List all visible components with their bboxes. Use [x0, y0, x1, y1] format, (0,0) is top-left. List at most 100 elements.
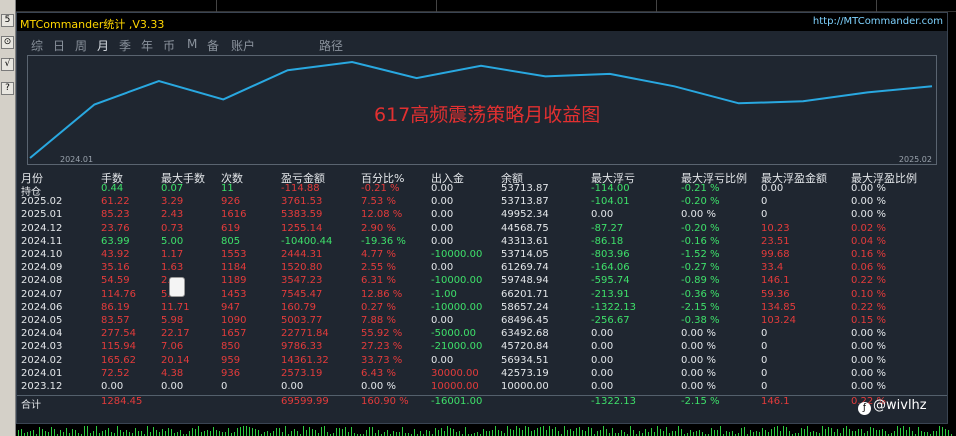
cell-balance: 53713.87 — [501, 183, 549, 194]
table-row: 2024.01 72.52 4.38 936 2573.19 6.43 % 30000.00… — [17, 368, 947, 381]
indicator-tick — [657, 426, 658, 436]
cell-pnl: -10400.44 — [281, 235, 333, 247]
indicator-tick — [117, 426, 118, 436]
indicator-tick — [75, 430, 76, 436]
indicator-tick — [585, 431, 586, 436]
indicator-tick — [285, 426, 286, 436]
cell-max-float-loss-pct: 0.00 % — [681, 381, 716, 392]
indicator-tick — [894, 431, 895, 436]
cell-percent: 2.90 % — [361, 222, 396, 234]
cell-percent: -0.21 % — [361, 183, 400, 194]
scroll-handle[interactable] — [169, 277, 185, 297]
indicator-tick — [843, 428, 844, 436]
indicator-tick — [258, 430, 259, 436]
cell-lots: 43.92 — [101, 249, 130, 260]
cell-lots: 1284.45 — [101, 396, 143, 408]
cell-max-float-loss: -114.00 — [591, 183, 630, 194]
cell-percent: 6.31 % — [361, 275, 396, 287]
cell-max-float-loss: 0.00 — [591, 354, 614, 366]
indicator-tick — [342, 429, 343, 436]
indicator-tick — [936, 431, 937, 436]
cell-deposit: -5000.00 — [431, 328, 476, 340]
indicator-tick — [84, 426, 85, 436]
indicator-tick — [126, 430, 127, 436]
tab-week[interactable]: 周 — [75, 37, 87, 54]
indicator-tick — [852, 431, 853, 436]
indicator-tick — [600, 430, 601, 436]
indicator-tick — [210, 431, 211, 436]
toolbar-button-check[interactable]: √ — [1, 58, 14, 71]
indicator-tick — [435, 428, 436, 436]
indicator-tick — [369, 427, 370, 436]
indicator-tick — [696, 431, 697, 436]
indicator-tick — [267, 431, 268, 436]
cell-deposit: -1.00 — [431, 288, 457, 300]
cell-lots: 114.76 — [101, 288, 136, 300]
cell-balance: 53713.87 — [501, 196, 549, 208]
indicator-tick — [876, 430, 877, 436]
cell-deposit: -16001.00 — [431, 396, 483, 408]
tab-quarter[interactable]: 季 — [119, 37, 131, 54]
cell-balance: 66201.71 — [501, 288, 549, 300]
cell-max-float-loss-pct: 0.00 % — [681, 328, 716, 340]
tab-overview[interactable]: 综 — [31, 37, 43, 54]
app-url-link[interactable]: http://MTCommander.com — [813, 16, 943, 27]
title-bar: MTCommander统计 ,V3.33 http://MTCommander.… — [17, 13, 947, 31]
indicator-tick — [672, 431, 673, 436]
tab-account[interactable]: 账户 — [231, 37, 255, 54]
indicator-tick — [813, 431, 814, 436]
indicator-tick — [501, 431, 502, 436]
indicator-tick — [315, 430, 316, 436]
indicator-tick — [48, 432, 49, 436]
indicator-tick — [624, 432, 625, 436]
cell-pnl: 3547.23 — [281, 275, 323, 287]
toolbar-button-period[interactable]: 5 — [1, 14, 14, 27]
table-row: 2024.02 165.62 20.14 959 14361.32 33.73 % 0.00… — [17, 355, 947, 368]
indicator-tick — [753, 432, 754, 436]
indicator-tick — [276, 428, 277, 436]
indicator-tick — [897, 426, 898, 436]
cell-count: 1657 — [221, 328, 247, 340]
indicator-tick — [438, 430, 439, 436]
indicator-tick — [102, 431, 103, 436]
indicator-tick — [312, 429, 313, 436]
tab-currency[interactable]: 币 — [163, 37, 175, 54]
tab-month[interactable]: 月 — [97, 37, 109, 54]
cell-pnl: 5003.77 — [281, 315, 323, 326]
tab-notes[interactable]: 备 — [207, 37, 219, 54]
cell-percent: 12.86 % — [361, 288, 403, 300]
tab-m[interactable]: M — [187, 37, 197, 51]
indicator-tick — [855, 431, 856, 436]
cell-pnl: 7545.47 — [281, 288, 323, 300]
cell-balance: 44568.75 — [501, 222, 549, 234]
indicator-tick — [477, 432, 478, 436]
tab-day[interactable]: 日 — [53, 37, 65, 54]
table-row: 2024.05 83.57 5.98 1090 5003.77 7.88 % 0.00 684… — [17, 315, 947, 328]
indicator-tick — [540, 427, 541, 436]
indicator-tick — [483, 429, 484, 436]
cell-max-lots: 20.14 — [161, 354, 190, 366]
indicator-tick — [327, 432, 328, 436]
tab-path[interactable]: 路径 — [319, 37, 343, 54]
indicator-tick — [39, 427, 40, 436]
indicator-tick — [213, 427, 214, 436]
cell-max-float-profit: 0 — [761, 209, 768, 221]
table-row: 2024.09 35.16 1.63 1184 1520.80 2.55 % 0.00 612… — [17, 262, 947, 275]
indicator-tick — [396, 432, 397, 436]
indicator-tick — [816, 432, 817, 436]
stats-panel: MTCommander统计 ,V3.33 http://MTCommander.… — [16, 12, 948, 424]
app-title: MTCommander统计 ,V3.33 — [20, 18, 165, 31]
table-row: 2024.03 115.94 7.06 850 9786.33 27.23 % -21000… — [17, 341, 947, 354]
cell-max-float-profit: 0 — [761, 381, 768, 392]
indicator-tick — [927, 432, 928, 436]
tab-year[interactable]: 年 — [141, 37, 153, 54]
cell-max-float-loss: -1322.13 — [591, 396, 636, 408]
indicator-tick — [744, 427, 745, 436]
toolbar-button-target[interactable]: ⊙ — [1, 36, 14, 49]
indicator-tick — [786, 427, 787, 436]
toolbar-button-help[interactable]: ? — [1, 82, 14, 95]
indicator-tick — [858, 429, 859, 436]
indicator-tick — [780, 431, 781, 436]
indicator-tick — [123, 432, 124, 436]
indicator-tick — [399, 432, 400, 436]
